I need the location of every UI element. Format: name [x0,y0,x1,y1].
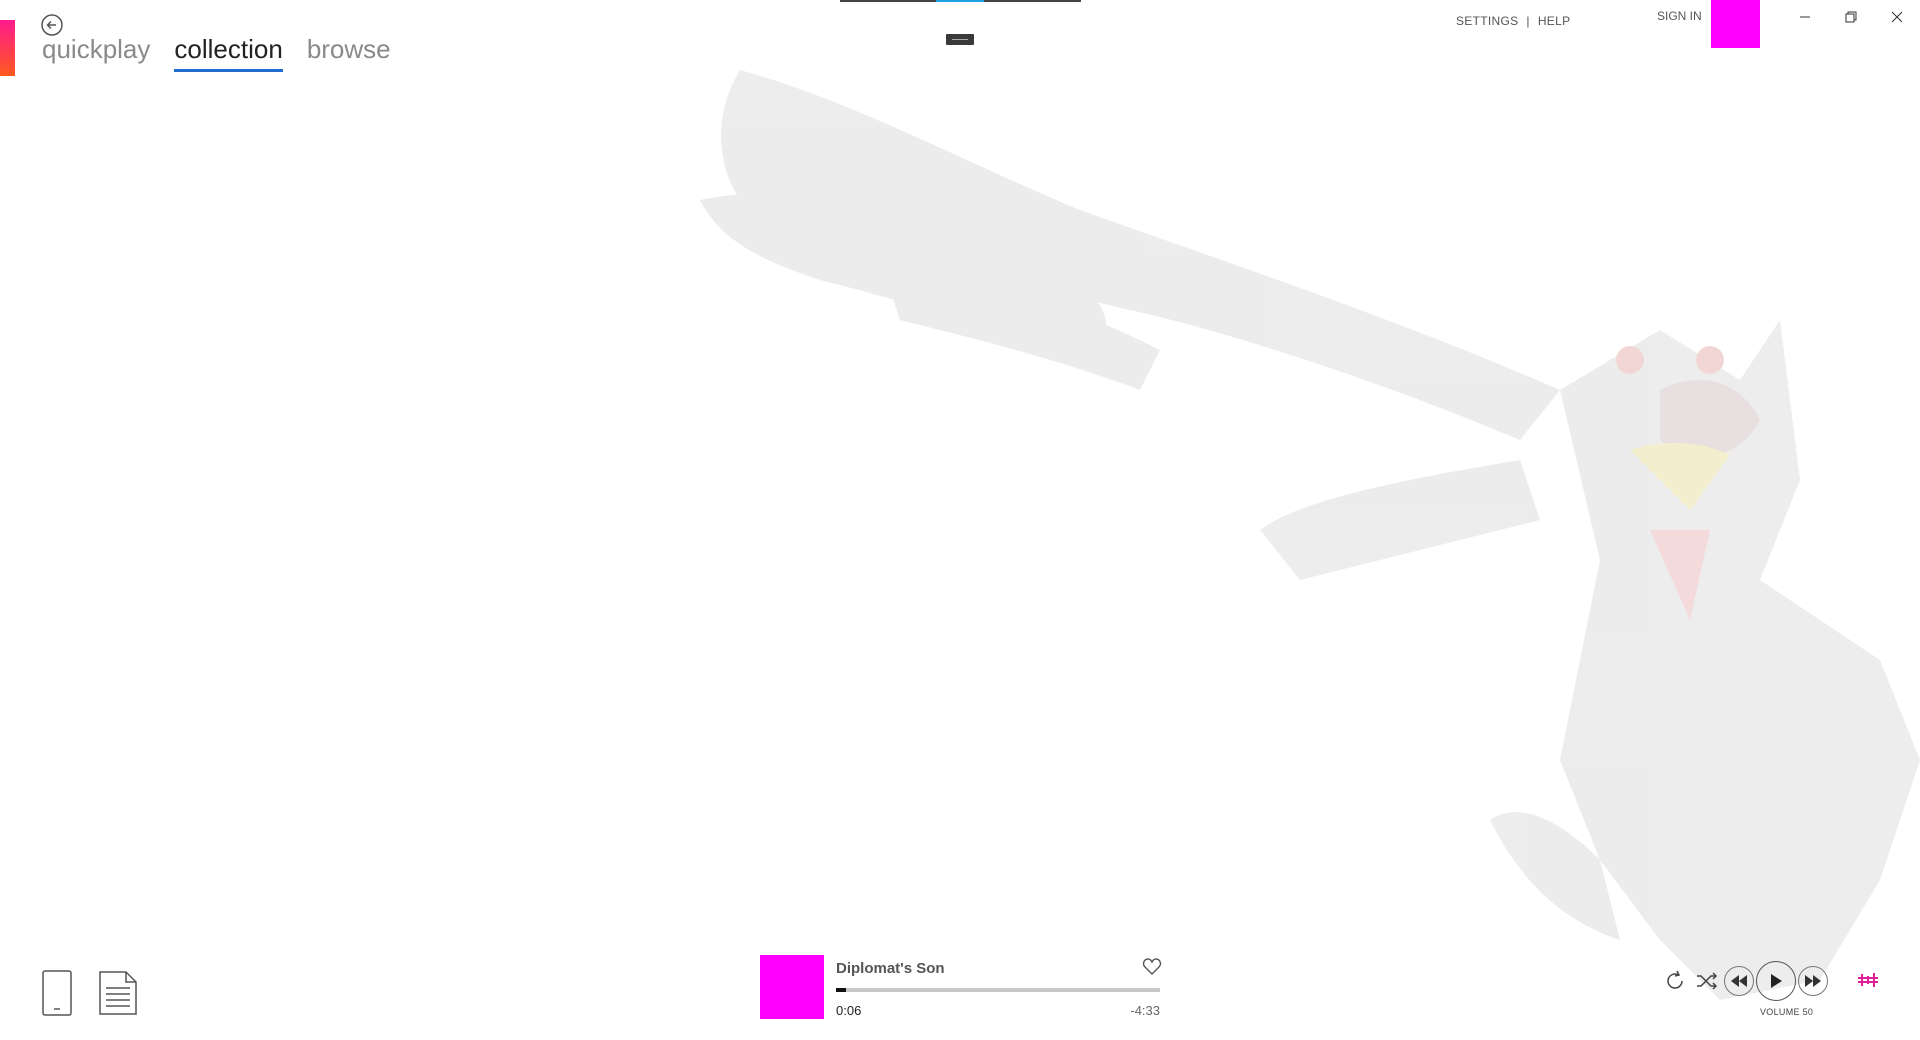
seek-bar[interactable] [836,988,1160,992]
avatar[interactable] [1711,0,1760,48]
play-button[interactable] [1756,961,1796,1001]
brand-accent-bar [0,20,15,76]
close-button[interactable] [1884,6,1910,28]
minimize-icon [1800,16,1810,18]
phone-icon [42,970,72,1016]
track-title[interactable]: Diplomat's Son [836,960,945,977]
sidebar-shortcuts [42,970,138,1021]
shuffle-icon [1697,972,1718,990]
repeat-icon [1667,970,1683,989]
tab-browse[interactable]: browse [307,34,391,72]
owl-background-art [700,70,1920,1000]
time-remaining: -4:33 [1130,1003,1160,1018]
play-icon [1771,974,1782,988]
main-navigation: quickplay collection browse [42,34,391,72]
tab-collection[interactable]: collection [174,34,283,72]
album-art[interactable] [760,955,824,1019]
loading-indicator [840,0,1081,2]
header-links: SETTINGS | HELP [1456,14,1570,28]
settings-link[interactable]: SETTINGS [1456,14,1518,28]
previous-button[interactable] [1724,966,1754,996]
restore-button[interactable] [1838,6,1864,28]
minimize-button[interactable] [1792,6,1818,28]
header-separator: | [1526,14,1530,28]
playback-controls [1660,961,1828,1001]
restore-icon [1845,11,1857,23]
volume-button[interactable]: VOLUME 50 [1760,1007,1813,1017]
equalizer-icon [1858,973,1878,987]
device-button[interactable] [42,970,72,1021]
help-link[interactable]: HELP [1538,14,1571,28]
fast-forward-icon [1805,975,1821,987]
repeat-button[interactable] [1660,966,1690,996]
sign-in-link[interactable]: SIGN IN [1657,9,1702,23]
next-button[interactable] [1798,966,1828,996]
seek-bar-fill [836,988,846,992]
time-elapsed: 0:06 [836,1003,862,1018]
shuffle-button[interactable] [1692,966,1722,996]
now-playing-list-button[interactable] [98,970,138,1021]
now-playing-bar: Diplomat's Son 0:06 -4:33 [760,955,1162,1021]
close-icon [1891,11,1903,23]
tab-quickplay[interactable]: quickplay [42,34,150,72]
document-icon [99,971,137,1015]
equalizer-button[interactable] [1856,968,1880,992]
pane-handle[interactable] [946,34,974,45]
heart-icon [1142,958,1162,975]
favorite-button[interactable] [1142,957,1162,977]
rewind-icon [1731,975,1747,987]
